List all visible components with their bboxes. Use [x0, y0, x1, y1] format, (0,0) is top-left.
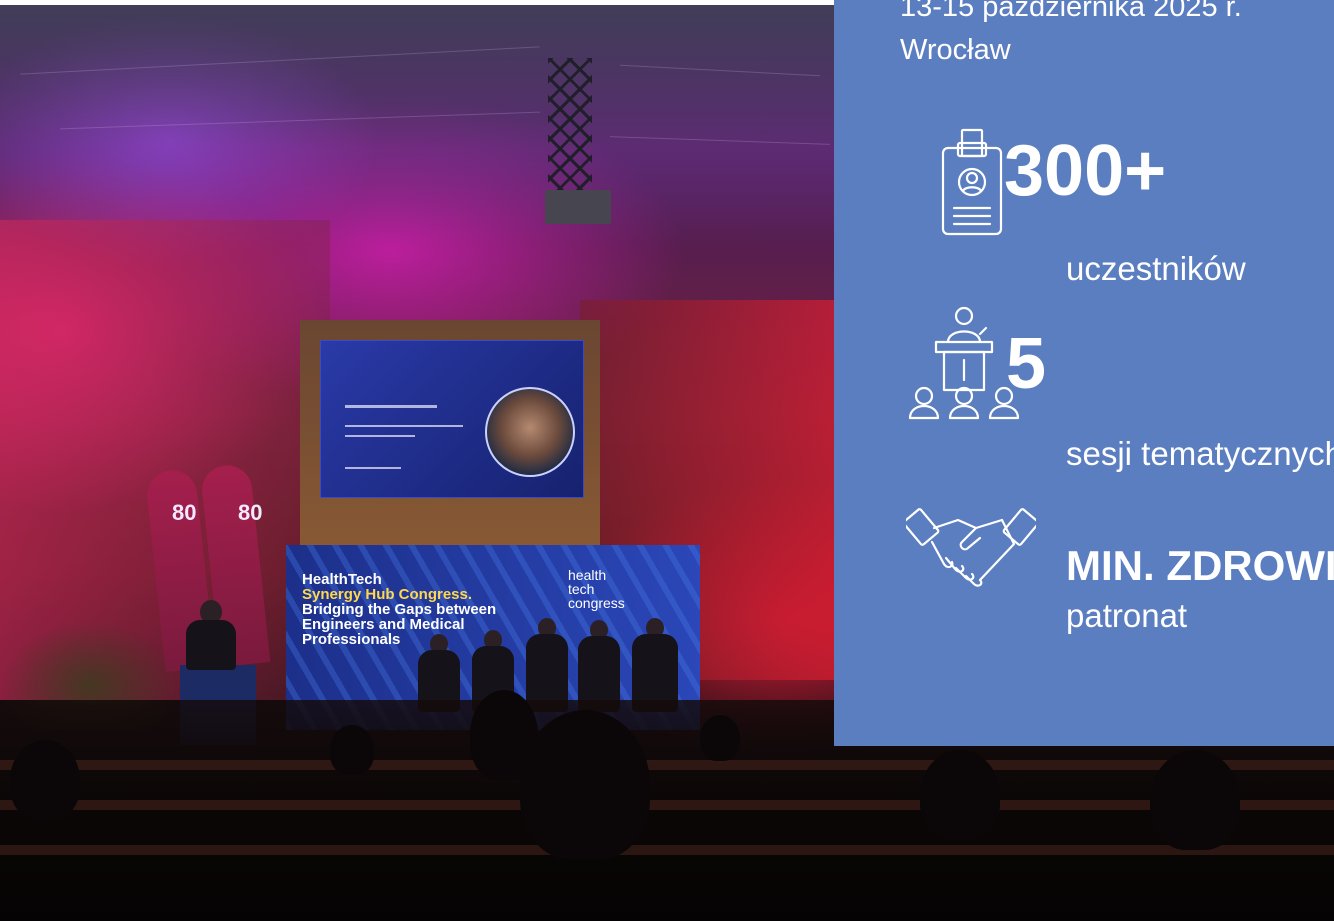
audience-head — [330, 725, 374, 775]
event-city: Wrocław — [900, 34, 1011, 66]
screen-text-line — [345, 425, 463, 427]
banner-anniversary-number: 80 — [172, 500, 197, 525]
backdrop-title-line: Synergy Hub Congress. — [302, 586, 473, 603]
participants-label: uczestników — [1066, 250, 1246, 287]
backdrop-title-line: Engineers and Medical — [302, 616, 465, 633]
seat-row — [0, 760, 1334, 770]
backdrop-title-line: Professionals — [302, 631, 401, 648]
backdrop-title-line: HealthTech — [302, 571, 382, 588]
backdrop-logo: health tech congress — [568, 568, 625, 610]
event-dates: 13-15 października 2025 r. — [900, 0, 1242, 23]
backdrop-title-line: Bridging the Gaps between — [302, 601, 497, 618]
sessions-label: sesji tematycznych — [1066, 435, 1334, 472]
audience-head — [520, 710, 650, 860]
banner-anniversary-number: 80 — [238, 500, 263, 525]
patron-name: MIN. ZDROWIA — [1066, 542, 1334, 589]
projector — [545, 190, 611, 224]
sessions-count: 5 — [1006, 324, 1047, 404]
audience-head — [700, 715, 740, 761]
audience-head — [10, 740, 80, 820]
screen-text-line — [345, 467, 401, 469]
badge-id-icon — [941, 128, 1003, 236]
speaker-portrait — [485, 387, 575, 477]
audience-head — [1150, 750, 1240, 850]
screen-text-line — [345, 435, 415, 437]
participants-count: 300+ — [1004, 131, 1167, 211]
projector-mount — [548, 58, 592, 198]
seat-row — [0, 800, 1334, 810]
backdrop-logo-line: congress — [568, 595, 625, 611]
backdrop-logo-line: tech — [568, 581, 595, 597]
backdrop-logo-line: health — [568, 567, 607, 583]
speaker-figure — [186, 620, 236, 670]
seat-row — [0, 845, 1334, 855]
handshake-icon — [906, 508, 1036, 587]
patron-label: patronat — [1066, 597, 1188, 634]
projection-screen — [320, 340, 584, 498]
ceiling — [0, 5, 834, 245]
backdrop-title: HealthTech Synergy Hub Congress. Bridgin… — [302, 572, 496, 647]
event-stats-panel: 13-15 października 2025 r. Wrocław 300+ … — [834, 0, 1334, 746]
audience-head — [920, 750, 1000, 840]
screen-text-line — [345, 405, 437, 408]
